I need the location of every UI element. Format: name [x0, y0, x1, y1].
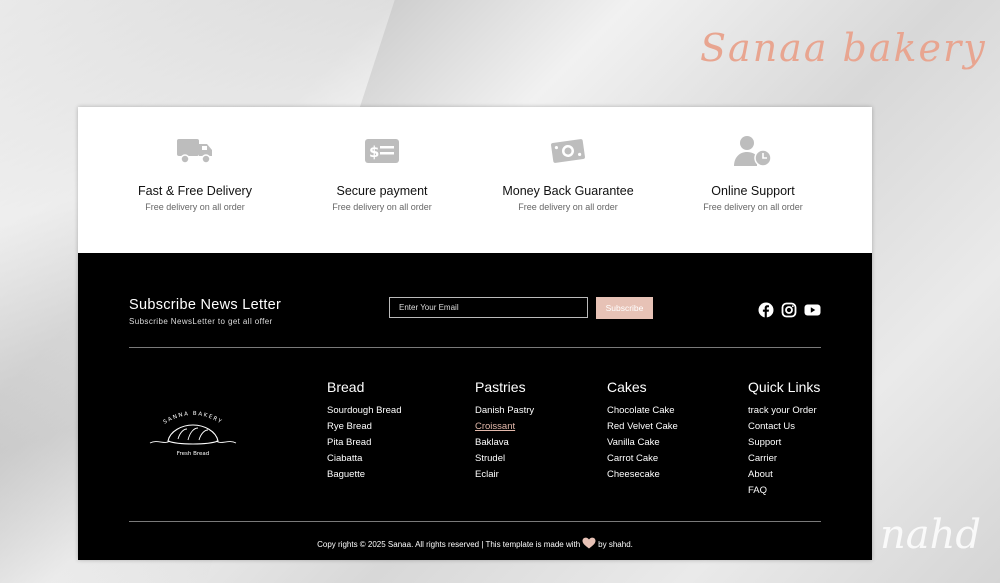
column-title: Cakes: [607, 379, 647, 395]
list-item[interactable]: Danish Pastry: [475, 403, 534, 419]
instagram-icon[interactable]: [781, 302, 797, 318]
feature-title: Fast & Free Delivery: [138, 184, 252, 198]
list-item[interactable]: Pita Bread: [327, 435, 401, 451]
list-item[interactable]: Cheesecake: [607, 467, 678, 483]
money-icon: [473, 133, 663, 169]
facebook-icon[interactable]: [758, 302, 774, 318]
list-item[interactable]: Carrot Cake: [607, 451, 678, 467]
quick-links-column: Quick Links track your Order Contact Us …: [748, 379, 820, 499]
divider-top: [129, 347, 821, 348]
list-item[interactable]: Carrier: [748, 451, 820, 467]
features-strip: Fast & Free Delivery Free delivery on al…: [78, 107, 872, 253]
credit-card-icon: $: [287, 133, 477, 169]
cakes-column: Cakes Chocolate Cake Red Velvet Cake Van…: [607, 379, 678, 483]
list-item[interactable]: Chocolate Cake: [607, 403, 678, 419]
list-item[interactable]: Sourdough Bread: [327, 403, 401, 419]
youtube-icon[interactable]: [804, 302, 821, 318]
logo-top-text: SANNA BAKERY: [162, 411, 222, 426]
footer-card: Fast & Free Delivery Free delivery on al…: [78, 107, 872, 560]
logo-bottom-text: Fresh Bread: [177, 451, 210, 457]
column-title: Quick Links: [748, 379, 821, 395]
list-item[interactable]: Baguette: [327, 467, 401, 483]
pastries-column: Pastries Danish Pastry Croissant Baklava…: [475, 379, 534, 483]
copyright: Copy rights © 2025 Sanaa. All rights res…: [78, 537, 872, 551]
bread-column: Bread Sourdough Bread Rye Bread Pita Bre…: [327, 379, 401, 483]
newsletter-title: Subscribe News Letter: [129, 297, 282, 313]
column-title: Pastries: [475, 379, 526, 395]
list-item[interactable]: Eclair: [475, 467, 534, 483]
list-item[interactable]: Ciabatta: [327, 451, 401, 467]
watermark: nahd: [880, 512, 981, 558]
feature-subtitle: Free delivery on all order: [145, 202, 245, 212]
feature-title: Secure payment: [336, 184, 428, 198]
feature-subtitle: Free delivery on all order: [332, 202, 432, 212]
brand-title: Sanaa bakery: [700, 26, 987, 70]
copyright-text: Copy rights © 2025 Sanaa. All rights res…: [317, 539, 581, 549]
feature-money-back: Money Back Guarantee Free delivery on al…: [473, 133, 663, 212]
feature-title: Online Support: [711, 184, 795, 198]
list-item[interactable]: FAQ: [748, 483, 820, 499]
svg-text:$: $: [369, 143, 379, 161]
divider-bottom: [129, 521, 821, 522]
list-item[interactable]: Strudel: [475, 451, 534, 467]
newsletter-subtitle: Subscribe NewsLetter to get all offer: [129, 317, 273, 326]
truck-icon: [100, 133, 290, 169]
copyright-author: by shahd.: [598, 539, 633, 549]
feature-subtitle: Free delivery on all order: [518, 202, 618, 212]
email-input[interactable]: [389, 297, 588, 318]
list-item[interactable]: Rye Bread: [327, 419, 401, 435]
feature-support: Online Support Free delivery on all orde…: [658, 133, 848, 212]
feature-subtitle: Free delivery on all order: [703, 202, 803, 212]
list-item[interactable]: Vanilla Cake: [607, 435, 678, 451]
list-item[interactable]: Support: [748, 435, 820, 451]
list-item[interactable]: About: [748, 467, 820, 483]
svg-text:SANNA BAKERY: SANNA BAKERY: [162, 411, 223, 426]
list-item[interactable]: Baklava: [475, 435, 534, 451]
list-item[interactable]: track your Order: [748, 403, 820, 419]
subscribe-button[interactable]: Subscribe: [596, 297, 653, 319]
list-item[interactable]: Red Velvet Cake: [607, 419, 678, 435]
feature-payment: $ Secure payment Free delivery on all or…: [287, 133, 477, 212]
bakery-logo: SANNA BAKERY Fresh Bread: [148, 405, 238, 461]
heart-icon: [582, 537, 596, 551]
feature-title: Money Back Guarantee: [502, 184, 634, 198]
list-item[interactable]: Contact Us: [748, 419, 820, 435]
list-item-hovered[interactable]: Croissant: [475, 419, 534, 435]
column-title: Bread: [327, 379, 365, 395]
user-clock-icon: [658, 133, 848, 169]
feature-delivery: Fast & Free Delivery Free delivery on al…: [100, 133, 290, 212]
